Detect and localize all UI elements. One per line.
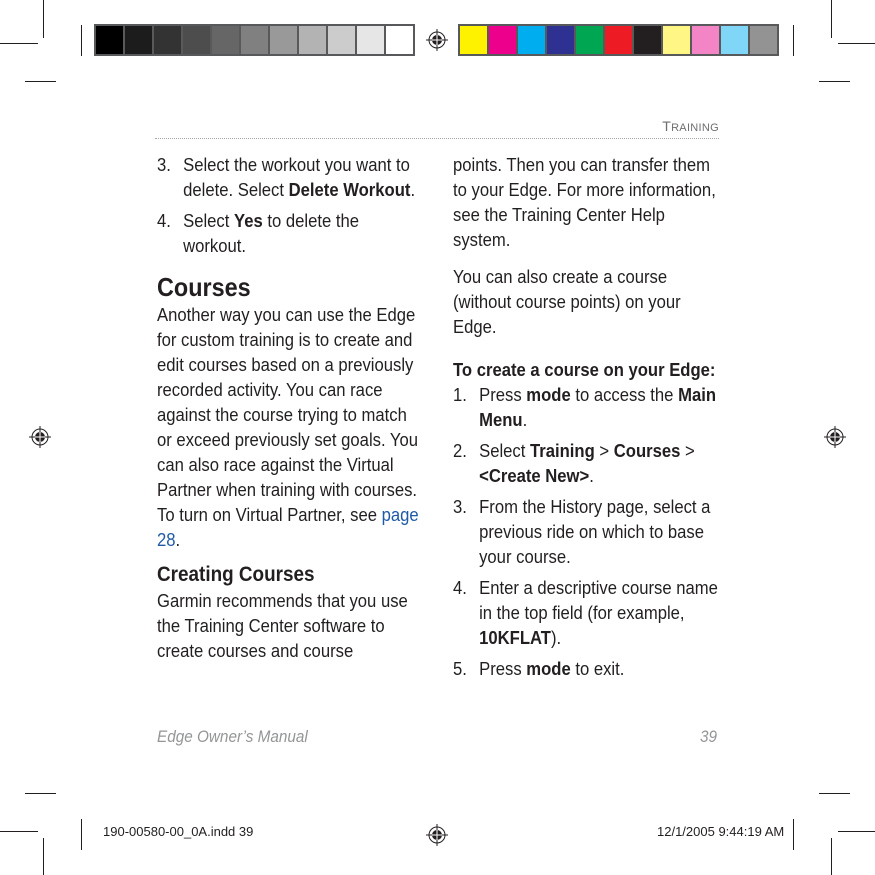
- paragraph: points. Then you can transfer them to yo…: [453, 154, 716, 250]
- procedure-heading: To create a course on your Edge:: [453, 359, 716, 380]
- crop-mark: [819, 81, 850, 82]
- registration-mark-icon: [824, 426, 846, 448]
- color-swatch: [489, 26, 516, 54]
- crop-mark: [838, 831, 875, 832]
- right-column: points. Then you can transfer them to yo…: [453, 152, 719, 681]
- crop-mark: [43, 838, 44, 875]
- list-item: 4. Select Yes to delete the workout.: [157, 210, 360, 256]
- crop-mark: [831, 838, 832, 875]
- crop-mark: [793, 819, 794, 850]
- crop-mark: [793, 25, 794, 56]
- color-swatch: [605, 26, 632, 54]
- color-swatch: [460, 26, 487, 54]
- crop-mark: [831, 0, 832, 38]
- color-swatch: [212, 26, 239, 54]
- color-swatch: [154, 26, 181, 54]
- slug-filename: 190-00580-00_0A.indd 39: [103, 824, 254, 839]
- color-swatch: [750, 26, 777, 54]
- courses-heading: Courses: [157, 272, 251, 302]
- slug-timestamp: 12/1/2005 9:44:19 AM: [657, 824, 785, 839]
- list-item: 4. Enter a descriptive course name in th…: [453, 577, 718, 648]
- list-item: 1. Press mode to access the Main Menu.: [453, 384, 716, 430]
- crop-mark: [819, 793, 850, 794]
- grayscale-color-bar: [94, 24, 415, 56]
- cmyk-color-bar: [458, 24, 779, 56]
- color-swatch: [634, 26, 661, 54]
- color-swatch: [328, 26, 355, 54]
- color-swatch: [96, 26, 123, 54]
- page-number: 39: [700, 727, 718, 746]
- left-column: 3. Select the workout you want to delete…: [157, 152, 423, 663]
- registration-mark-icon: [426, 29, 448, 51]
- color-swatch: [721, 26, 748, 54]
- manual-title: Edge Owner’s Manual: [157, 727, 308, 746]
- color-swatch: [125, 26, 152, 54]
- color-swatch: [299, 26, 326, 54]
- crop-mark: [0, 831, 38, 832]
- paragraph: You can also create a course (without co…: [453, 266, 681, 337]
- crop-mark: [838, 43, 875, 44]
- registration-mark-icon: [426, 824, 448, 846]
- list-item: 3. Select the workout you want to delete…: [157, 154, 416, 200]
- header-rule: [155, 138, 719, 139]
- color-swatch: [357, 26, 384, 54]
- color-swatch: [576, 26, 603, 54]
- list-item: 5. Press mode to exit.: [453, 658, 625, 679]
- crop-mark: [81, 25, 82, 56]
- creating-courses-paragraph: Garmin recommends that you use the Train…: [157, 590, 408, 661]
- registration-mark-icon: [29, 426, 51, 448]
- color-swatch: [270, 26, 297, 54]
- creating-courses-heading: Creating Courses: [157, 563, 315, 586]
- color-swatch: [547, 26, 574, 54]
- crop-mark: [43, 0, 44, 38]
- crop-mark: [25, 81, 56, 82]
- list-item: 2. Select Training > Courses > <Create Ne…: [453, 440, 695, 486]
- color-swatch: [692, 26, 719, 54]
- crop-mark: [81, 819, 82, 850]
- color-swatch: [183, 26, 210, 54]
- crop-mark: [0, 43, 38, 44]
- crop-mark: [25, 793, 56, 794]
- list-item: 3. From the History page, select a previ…: [453, 496, 711, 567]
- section-title: TRAINING: [662, 118, 719, 134]
- color-swatch: [241, 26, 268, 54]
- color-swatch: [663, 26, 690, 54]
- courses-paragraph: Another way you can use the Edge for cus…: [157, 304, 419, 550]
- color-swatch: [518, 26, 545, 54]
- color-swatch: [386, 26, 413, 54]
